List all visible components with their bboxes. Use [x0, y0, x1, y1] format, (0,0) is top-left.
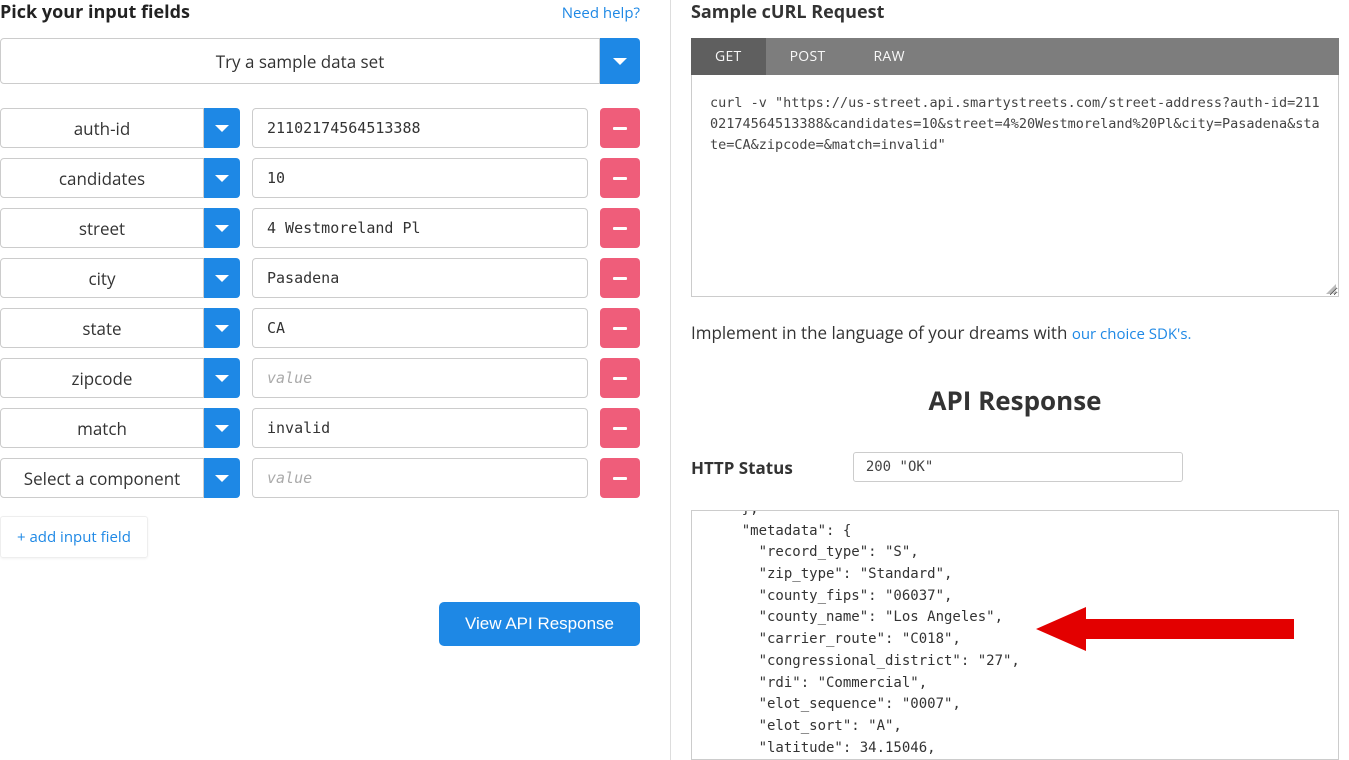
field-row: city — [0, 258, 640, 298]
panel-divider — [670, 0, 671, 760]
remove-field-button[interactable] — [600, 108, 640, 148]
chevron-down-icon — [215, 275, 229, 282]
field-name[interactable]: Select a component — [0, 458, 204, 498]
field-name[interactable]: candidates — [0, 158, 204, 198]
implement-prefix: Implement in the language of your dreams… — [691, 321, 1072, 344]
chevron-down-icon — [215, 225, 229, 232]
field-value-input[interactable] — [252, 208, 588, 248]
field-name-caret[interactable] — [204, 358, 240, 398]
remove-field-button[interactable] — [600, 158, 640, 198]
chevron-down-icon — [215, 375, 229, 382]
curl-tabs: GETPOSTRAW — [691, 38, 1339, 75]
field-row: street — [0, 208, 640, 248]
view-api-response-button[interactable]: View API Response — [439, 602, 640, 646]
field-name-caret[interactable] — [204, 158, 240, 198]
curl-heading: Sample cURL Request — [691, 0, 1339, 24]
field-value-input[interactable] — [252, 258, 588, 298]
remove-field-button[interactable] — [600, 408, 640, 448]
remove-field-button[interactable] — [600, 458, 640, 498]
remove-field-button[interactable] — [600, 258, 640, 298]
field-value-input[interactable] — [252, 158, 588, 198]
chevron-down-icon — [215, 175, 229, 182]
field-row: state — [0, 308, 640, 348]
field-value-input[interactable] — [252, 408, 588, 448]
field-row: auth-id — [0, 108, 640, 148]
field-value-input[interactable] — [252, 358, 588, 398]
field-name-caret[interactable] — [204, 208, 240, 248]
add-input-button[interactable]: + add input field — [0, 516, 148, 558]
minus-icon — [613, 477, 627, 480]
field-name-caret[interactable] — [204, 308, 240, 348]
field-name-caret[interactable] — [204, 108, 240, 148]
http-status-label: HTTP Status — [691, 456, 793, 479]
field-value-input[interactable] — [252, 108, 588, 148]
chevron-down-icon — [613, 58, 627, 65]
chevron-down-icon — [215, 425, 229, 432]
field-value-input[interactable] — [252, 458, 588, 498]
field-row: Select a component — [0, 458, 640, 498]
chevron-down-icon — [215, 475, 229, 482]
minus-icon — [613, 277, 627, 280]
minus-icon — [613, 227, 627, 230]
remove-field-button[interactable] — [600, 308, 640, 348]
field-name[interactable]: street — [0, 208, 204, 248]
field-value-input[interactable] — [252, 308, 588, 348]
http-status-value[interactable] — [853, 452, 1183, 482]
field-name[interactable]: city — [0, 258, 204, 298]
chevron-down-icon — [215, 125, 229, 132]
sdk-link[interactable]: our choice SDK's. — [1072, 324, 1192, 344]
field-name-caret[interactable] — [204, 258, 240, 298]
left-header: Pick your input fields Need help? — [0, 0, 640, 24]
api-response-title: API Response — [691, 382, 1339, 418]
field-row: zipcode — [0, 358, 640, 398]
minus-icon — [613, 427, 627, 430]
right-panel: Sample cURL Request GETPOSTRAW curl -v "… — [691, 0, 1349, 760]
sample-select: Try a sample data set — [0, 38, 640, 84]
remove-field-button[interactable] — [600, 358, 640, 398]
field-name[interactable]: auth-id — [0, 108, 204, 148]
tab-get[interactable]: GET — [691, 38, 766, 75]
tab-post[interactable]: POST — [766, 38, 850, 75]
minus-icon — [613, 127, 627, 130]
curl-box[interactable]: curl -v "https://us-street.api.smartystr… — [691, 75, 1339, 297]
response-body[interactable]: }, "metadata": { "record_type": "S", "zi… — [691, 510, 1339, 760]
sample-select-label[interactable]: Try a sample data set — [0, 38, 600, 84]
remove-field-button[interactable] — [600, 208, 640, 248]
tab-raw[interactable]: RAW — [849, 38, 928, 75]
help-link[interactable]: Need help? — [562, 3, 640, 23]
fields-list: auth-id candidates street city state zipcode m… — [0, 108, 640, 498]
minus-icon — [613, 177, 627, 180]
minus-icon — [613, 327, 627, 330]
left-panel: Pick your input fields Need help? Try a … — [0, 0, 650, 760]
field-name-caret[interactable] — [204, 408, 240, 448]
implement-line: Implement in the language of your dreams… — [691, 321, 1339, 344]
field-row: candidates — [0, 158, 640, 198]
field-name-caret[interactable] — [204, 458, 240, 498]
field-name[interactable]: zipcode — [0, 358, 204, 398]
field-name[interactable]: state — [0, 308, 204, 348]
field-row: match — [0, 408, 640, 448]
http-status-row: HTTP Status — [691, 452, 1339, 482]
field-name[interactable]: match — [0, 408, 204, 448]
minus-icon — [613, 377, 627, 380]
chevron-down-icon — [215, 325, 229, 332]
left-heading: Pick your input fields — [0, 0, 190, 24]
sample-select-caret[interactable] — [600, 38, 640, 84]
